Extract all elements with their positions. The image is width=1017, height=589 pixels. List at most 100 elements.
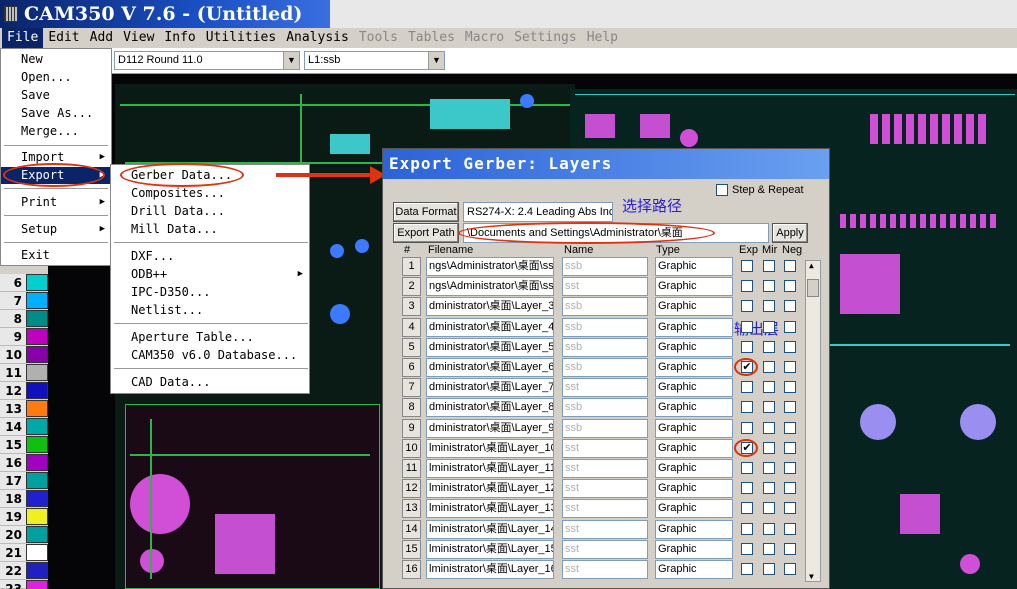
layer-type-cell[interactable]: Graphic: [655, 479, 733, 498]
menu-item-odb[interactable]: ODB++ ▶: [111, 266, 309, 283]
layer-row[interactable]: 6: [0, 274, 48, 292]
layer-type-cell[interactable]: Graphic: [655, 419, 733, 438]
filename-cell[interactable]: dministrator\桌面\Layer_9.: [426, 419, 554, 438]
menu-item-save[interactable]: Save: [1, 87, 111, 104]
menu-item-netlist[interactable]: Netlist...: [111, 302, 309, 319]
layer-swatch[interactable]: [26, 328, 48, 345]
neg-checkbox[interactable]: [784, 482, 796, 494]
layer-row[interactable]: 19: [0, 508, 48, 526]
menu-add[interactable]: Add: [85, 28, 118, 48]
layer-row[interactable]: 20: [0, 526, 48, 544]
layer-type-cell[interactable]: Graphic: [655, 297, 733, 316]
exp-checkbox[interactable]: [741, 543, 753, 555]
exp-checkbox[interactable]: [741, 482, 753, 494]
row-number[interactable]: 14: [402, 520, 421, 539]
layer-swatch[interactable]: [26, 436, 48, 453]
step-repeat-checkbox[interactable]: [716, 184, 728, 196]
neg-checkbox[interactable]: [784, 462, 796, 474]
exp-checkbox[interactable]: [741, 280, 753, 292]
menu-item-setup[interactable]: Setup ▶: [1, 221, 111, 238]
layer-row[interactable]: 14: [0, 418, 48, 436]
layer-type-cell[interactable]: Graphic: [655, 459, 733, 478]
exp-checkbox[interactable]: [741, 321, 753, 333]
neg-checkbox[interactable]: [784, 280, 796, 292]
mir-checkbox[interactable]: [763, 442, 775, 454]
row-number[interactable]: 12: [402, 479, 421, 498]
row-number[interactable]: 3: [402, 297, 421, 316]
layer-row[interactable]: 18: [0, 490, 48, 508]
layer-name-cell[interactable]: ssb: [562, 419, 648, 438]
layer-name-cell[interactable]: sst: [562, 378, 648, 397]
row-number[interactable]: 6: [402, 358, 421, 377]
menu-analysis[interactable]: Analysis: [281, 28, 354, 48]
layer-row[interactable]: 17: [0, 472, 48, 490]
layer-type-cell[interactable]: Graphic: [655, 318, 733, 337]
layer-type-cell[interactable]: Graphic: [655, 439, 733, 458]
filename-cell[interactable]: lministrator\桌面\Layer_10.: [426, 439, 554, 458]
layer-swatch[interactable]: [26, 580, 48, 589]
layer-type-cell[interactable]: Graphic: [655, 520, 733, 539]
menu-item-drill-data[interactable]: Drill Data...: [111, 203, 309, 220]
neg-checkbox[interactable]: [784, 361, 796, 373]
row-number[interactable]: 9: [402, 419, 421, 438]
neg-checkbox[interactable]: [784, 502, 796, 514]
layer-type-cell[interactable]: Graphic: [655, 257, 733, 276]
neg-checkbox[interactable]: [784, 260, 796, 272]
layer-name-cell[interactable]: sst: [562, 277, 648, 296]
layer-name-cell[interactable]: sst: [562, 479, 648, 498]
row-number[interactable]: 15: [402, 540, 421, 559]
row-number[interactable]: 5: [402, 338, 421, 357]
table-scrollbar[interactable]: ▲ ▼: [805, 260, 821, 582]
mir-checkbox[interactable]: [763, 361, 775, 373]
dcode-select[interactable]: D112 Round 11.0 ▼: [114, 51, 300, 70]
layer-name-cell[interactable]: ssb: [562, 398, 648, 417]
menu-settings[interactable]: Settings: [509, 28, 582, 48]
menu-item-cad-data[interactable]: CAD Data...: [111, 374, 309, 391]
layer-swatch[interactable]: [26, 292, 48, 309]
neg-checkbox[interactable]: [784, 563, 796, 575]
exp-checkbox[interactable]: [741, 341, 753, 353]
layer-row[interactable]: 12: [0, 382, 48, 400]
layer-swatch[interactable]: [26, 310, 48, 327]
mir-checkbox[interactable]: [763, 502, 775, 514]
row-number[interactable]: 4: [402, 318, 421, 337]
mir-checkbox[interactable]: [763, 300, 775, 312]
exp-checkbox[interactable]: [741, 401, 753, 413]
row-number[interactable]: 1: [402, 257, 421, 276]
row-number[interactable]: 8: [402, 398, 421, 417]
row-number[interactable]: 10: [402, 439, 421, 458]
menu-file[interactable]: File: [2, 28, 44, 48]
export-path-button[interactable]: Export Path: [393, 223, 459, 243]
mir-checkbox[interactable]: [763, 260, 775, 272]
exp-checkbox[interactable]: [741, 260, 753, 272]
layer-swatch[interactable]: [26, 364, 48, 381]
layer-swatch[interactable]: [26, 562, 48, 579]
apply-button[interactable]: Apply: [772, 223, 808, 243]
neg-checkbox[interactable]: [784, 381, 796, 393]
filename-cell[interactable]: lministrator\桌面\Layer_12.: [426, 479, 554, 498]
mir-checkbox[interactable]: [763, 381, 775, 393]
menu-item-merge[interactable]: Merge...: [1, 123, 111, 140]
filename-cell[interactable]: lministrator\桌面\Layer_16.: [426, 560, 554, 579]
layer-name-cell[interactable]: sst: [562, 459, 648, 478]
filename-cell[interactable]: ngs\Administrator\桌面\ssb: [426, 257, 554, 276]
menu-item-print[interactable]: Print ▶: [1, 194, 111, 211]
layer-name-cell[interactable]: ssb: [562, 358, 648, 377]
layer-name-cell[interactable]: ssb: [562, 318, 648, 337]
filename-cell[interactable]: dministrator\桌面\Layer_5.: [426, 338, 554, 357]
mir-checkbox[interactable]: [763, 321, 775, 333]
layer-row[interactable]: 13: [0, 400, 48, 418]
layer-row[interactable]: 15: [0, 436, 48, 454]
exp-checkbox[interactable]: [741, 563, 753, 575]
layer-name-cell[interactable]: sst: [562, 560, 648, 579]
menu-item-cam350-database[interactable]: CAM350 v6.0 Database...: [111, 347, 309, 364]
filename-cell[interactable]: dministrator\桌面\Layer_3.: [426, 297, 554, 316]
layer-type-cell[interactable]: Graphic: [655, 338, 733, 357]
mir-checkbox[interactable]: [763, 280, 775, 292]
layer-row[interactable]: 9: [0, 328, 48, 346]
mir-checkbox[interactable]: [763, 482, 775, 494]
layer-swatch[interactable]: [26, 472, 48, 489]
filename-cell[interactable]: dministrator\桌面\Layer_8.: [426, 398, 554, 417]
mir-checkbox[interactable]: [763, 523, 775, 535]
filename-cell[interactable]: lministrator\桌面\Layer_11.: [426, 459, 554, 478]
